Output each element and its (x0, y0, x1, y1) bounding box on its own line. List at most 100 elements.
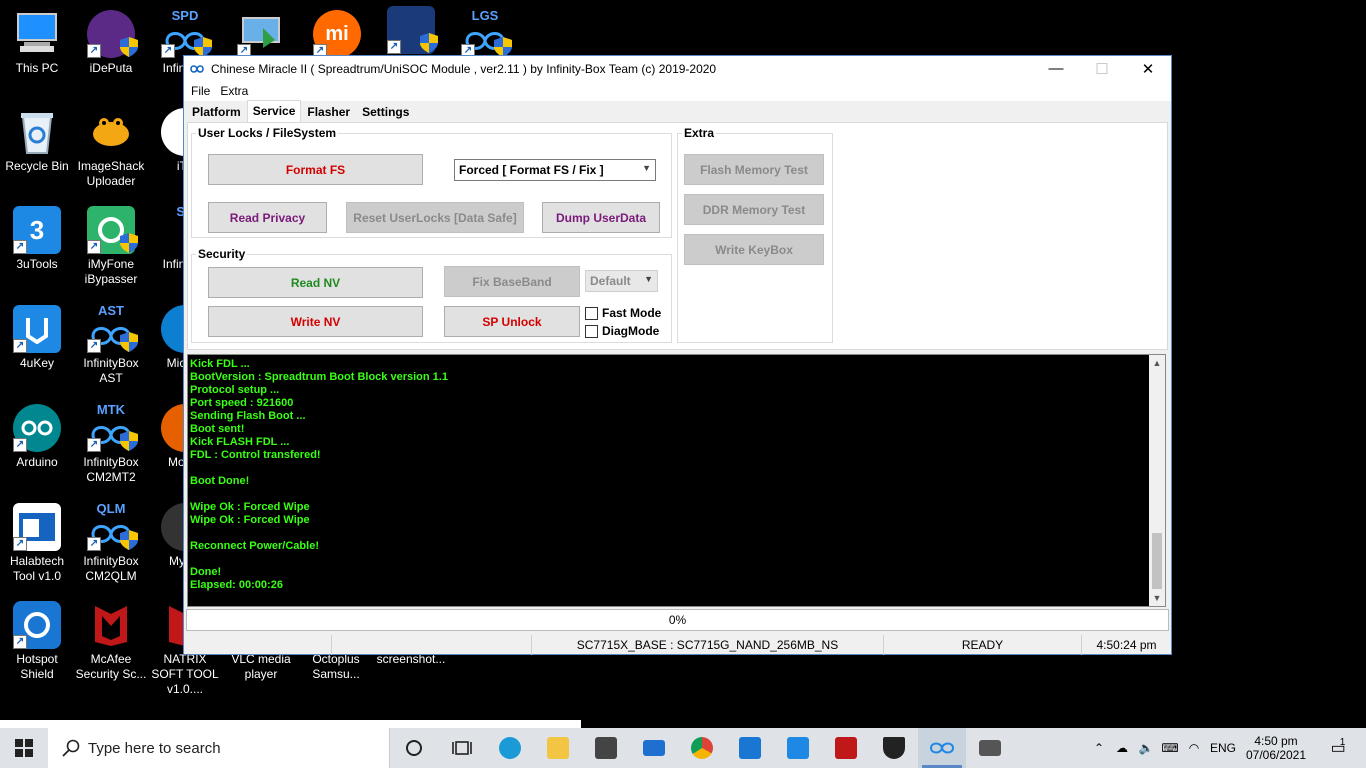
shortcut-arrow-icon: ↗ (13, 438, 27, 452)
system-tray: ⌃ ☁ 🔈 ⌨ ◠ ENG (1088, 728, 1240, 768)
task-view-button[interactable] (438, 728, 486, 768)
4ukey-icon: ↗ (13, 305, 61, 353)
minimize-button[interactable]: — (1033, 56, 1079, 81)
uac-shield-icon (120, 530, 138, 550)
tab-platform[interactable]: Platform (186, 101, 247, 123)
desktop-icon-imyfone[interactable]: ↗ iMyFone iBypasser (74, 206, 148, 287)
maximize-button[interactable]: ☐ (1079, 56, 1125, 81)
desktop-icon-recycle-bin[interactable]: Recycle Bin (0, 108, 74, 174)
taskbar-file-explorer[interactable] (534, 728, 582, 768)
taskbar-3utools[interactable] (774, 728, 822, 768)
write-keybox-button[interactable]: Write KeyBox (684, 234, 824, 265)
language-indicator[interactable]: ENG (1206, 741, 1240, 755)
taskbar-search[interactable]: Type here to search (48, 728, 390, 768)
tab-service[interactable]: Service (246, 100, 302, 123)
menu-file[interactable]: File (186, 84, 215, 98)
desktop-icon-octoplus-app[interactable]: ↗ (374, 6, 448, 57)
halabtech-icon: ↗ (13, 503, 61, 551)
checkbox-box (585, 324, 598, 338)
log-scrollbar[interactable]: ▲ ▼ (1149, 355, 1165, 606)
diag-mode-checkbox[interactable]: DiagMode (585, 324, 659, 338)
cortana-button[interactable] (390, 728, 438, 768)
desktop-icon-octoplus-samsung[interactable]: Octoplus Samsu... (299, 652, 373, 682)
title-bar[interactable]: Chinese Miracle II ( Spreadtrum/UniSOC M… (184, 56, 1171, 81)
desktop-icon-infinitybox-ast[interactable]: AST ↗ InfinityBox AST (74, 303, 148, 386)
scroll-down-icon[interactable]: ▼ (1149, 590, 1165, 606)
desktop-icon-mcafee[interactable]: McAfee Security Sc... (74, 601, 148, 682)
tab-settings[interactable]: Settings (356, 101, 415, 123)
menu-extra[interactable]: Extra (215, 84, 253, 98)
wifi-icon[interactable]: ◠ (1182, 741, 1206, 755)
dump-userdata-button[interactable]: Dump UserData (542, 202, 660, 233)
extra-legend: Extra (684, 126, 715, 140)
arduino-icon: ↗ (13, 404, 61, 452)
taskbar-mcafee[interactable] (822, 728, 870, 768)
taskbar-network-app[interactable] (966, 728, 1014, 768)
onedrive-cloud-icon[interactable]: ☁ (1110, 741, 1134, 755)
mi-icon: mi ↗ (313, 10, 361, 58)
taskbar-cm2-active[interactable] (918, 728, 966, 768)
log-line: FDL : Control transfered! (190, 449, 321, 461)
taskbar-store[interactable] (582, 728, 630, 768)
windows-logo-icon (15, 739, 33, 757)
flash-memory-test-button[interactable]: Flash Memory Test (684, 154, 824, 185)
log-line: Port speed : 921600 (190, 397, 294, 409)
3utools-icon: 3 ↗ (13, 206, 61, 254)
desktop-icon-hotspot-shield[interactable]: ↗ Hotspot Shield (0, 601, 74, 682)
desktop-icon-infinity-lgs[interactable]: LGS ↗ (448, 8, 522, 61)
desktop-icon-arduino[interactable]: ↗ Arduino (0, 404, 74, 470)
chevron-down-icon: ▼ (644, 274, 653, 284)
taskbar-chrome[interactable] (678, 728, 726, 768)
desktop-icon-idepuita[interactable]: ↗ iDePuta (74, 10, 148, 76)
scroll-up-icon[interactable]: ▲ (1149, 355, 1165, 371)
desktop-icon-monitor-app[interactable]: ↗ (224, 10, 298, 61)
taskbar-security[interactable] (870, 728, 918, 768)
format-mode-select[interactable]: Forced [ Format FS / Fix ] ▼ (454, 159, 656, 181)
show-hidden-icons-chevron-up-icon[interactable]: ⌃ (1088, 741, 1110, 755)
baseband-mode-select[interactable]: Default ▼ (585, 270, 658, 292)
desktop-icon-3utools[interactable]: 3 ↗ 3uTools (0, 206, 74, 272)
desktop-icon-halabtech[interactable]: ↗ Halabtech Tool v1.0 (0, 503, 74, 584)
start-button[interactable] (0, 728, 48, 768)
desktop-icon-mi[interactable]: mi ↗ (300, 10, 374, 61)
read-privacy-button[interactable]: Read Privacy (208, 202, 327, 233)
scroll-thumb[interactable] (1152, 533, 1162, 589)
format-fs-button[interactable]: Format FS (208, 154, 423, 185)
desktop-icon-infinitybox-cm2qlm[interactable]: QLM ↗ InfinityBox CM2QLM (74, 501, 148, 584)
fix-baseband-button[interactable]: Fix BaseBand (444, 266, 580, 297)
edge-icon (499, 737, 521, 759)
clock[interactable]: 4:50 pm 07/06/2021 (1244, 728, 1308, 768)
tab-flasher[interactable]: Flasher (301, 101, 356, 123)
desktop-icon-vlc[interactable]: VLC media player (224, 652, 298, 682)
desktop-icon-infinitybox-cm2mt2[interactable]: MTK ↗ InfinityBox CM2MT2 (74, 402, 148, 485)
log-console[interactable]: Kick FDL ... BootVersion : Spreadtrum Bo… (187, 354, 1166, 607)
taskbar-hotspot-shield[interactable] (726, 728, 774, 768)
reset-userlocks-button[interactable]: Reset UserLocks [Data Safe] (346, 202, 524, 233)
log-line: Elapsed: 00:00:26 (190, 579, 283, 591)
write-nv-button[interactable]: Write NV (208, 306, 423, 337)
notification-center[interactable]: ▭ 1 (1318, 728, 1358, 768)
taskbar-edge[interactable] (486, 728, 534, 768)
volume-icon[interactable]: 🔈 (1134, 741, 1158, 755)
taskbar-mail[interactable] (630, 728, 678, 768)
read-nv-button[interactable]: Read NV (208, 267, 423, 298)
input-method-icon[interactable]: ⌨ (1158, 741, 1182, 755)
progress-bar: 0% (186, 609, 1169, 631)
mail-icon (643, 740, 665, 756)
sp-unlock-button[interactable]: SP Unlock (444, 306, 580, 337)
desktop-icon-4ukey[interactable]: ↗ 4uKey (0, 305, 74, 371)
status-chip: SC7715X_BASE : SC7715G_NAND_256MB_NS (532, 635, 884, 655)
ddr-memory-test-button[interactable]: DDR Memory Test (684, 194, 824, 225)
shortcut-arrow-icon: ↗ (87, 537, 101, 551)
desktop-icon-this-pc[interactable]: This PC (0, 10, 74, 76)
infinitybox-spd-icon: SPD ↗ (161, 8, 212, 58)
fast-mode-checkbox[interactable]: Fast Mode (585, 306, 661, 320)
3utools-icon (787, 737, 809, 759)
infinitybox-ast-icon: AST ↗ (87, 303, 138, 353)
log-line: Sending Flash Boot ... (190, 410, 306, 422)
close-button[interactable]: ✕ (1125, 56, 1171, 81)
desktop-icon-imageshack[interactable]: ImageShack Uploader (74, 108, 148, 189)
infinity-app-icon (190, 64, 204, 73)
